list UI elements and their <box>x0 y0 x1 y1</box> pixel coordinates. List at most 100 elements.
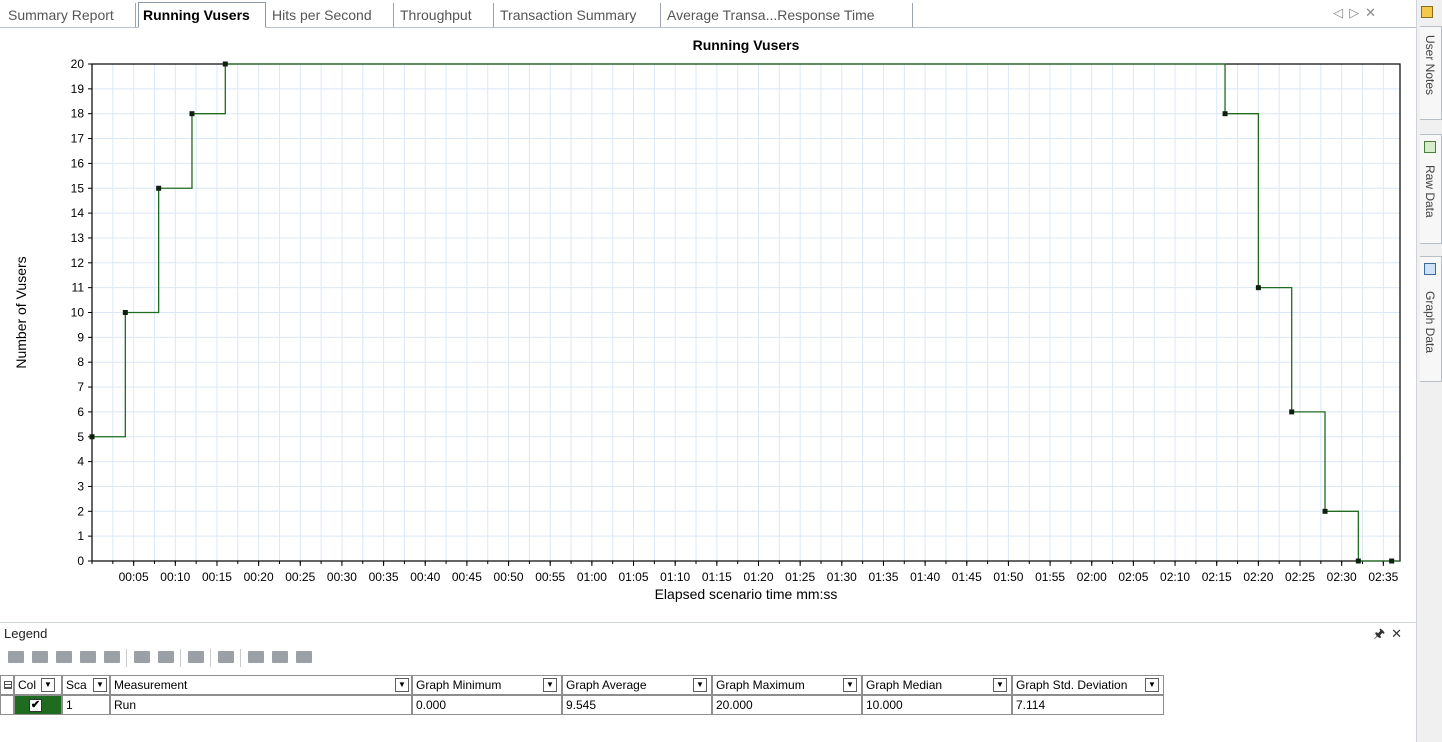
y-tick-label: 10 <box>71 306 85 320</box>
color-icon[interactable] <box>188 651 204 663</box>
show-only-icon[interactable] <box>56 651 72 663</box>
y-tick-label: 15 <box>71 181 85 195</box>
legend-row-color-cell[interactable]: ✔ <box>14 695 62 715</box>
col-header-scale[interactable]: Sca ▼ <box>62 675 110 695</box>
col-header-color[interactable]: Col ▼ <box>14 675 62 695</box>
col-header-graph-median[interactable]: Graph Median ▼ <box>862 675 1012 695</box>
chevron-down-icon[interactable]: ▼ <box>41 678 55 692</box>
tab-average-transaction-response-time[interactable]: Average Transa...Response Time <box>663 3 913 27</box>
filter-icon[interactable] <box>104 651 120 663</box>
x-tick-label: 01:05 <box>619 570 649 584</box>
show-icon[interactable] <box>8 651 24 663</box>
x-tick-label: 02:15 <box>1202 570 1232 584</box>
legend-row-graph-average: 9.545 <box>562 695 712 715</box>
export-icon[interactable] <box>248 651 264 663</box>
y-tick-label: 5 <box>77 430 84 444</box>
tab-summary-report[interactable]: Summary Report <box>4 3 136 27</box>
col-header-graph-minimum[interactable]: Graph Minimum ▼ <box>412 675 562 695</box>
pin-panel-icon[interactable] <box>1421 6 1433 18</box>
x-tick-label: 01:00 <box>577 570 607 584</box>
x-tick-label: 01:20 <box>743 570 773 584</box>
chevron-down-icon[interactable]: ▼ <box>993 678 1007 692</box>
tab-close-icon[interactable]: ✕ <box>1365 5 1382 20</box>
x-tick-label: 00:30 <box>327 570 357 584</box>
data-point <box>1222 111 1228 117</box>
y-tick-label: 16 <box>71 156 85 170</box>
col-header-graph-std-deviation-label: Graph Std. Deviation <box>1016 678 1128 692</box>
pin-icon[interactable]: 🖈 <box>1373 626 1391 641</box>
hide-icon[interactable] <box>32 651 48 663</box>
chevron-down-icon[interactable]: ▼ <box>693 678 707 692</box>
chart-area: 0 1 2 3 4 5 6 7 8 9 10 11 12 13 14 15 16 17 18 19 20 00:05 00:… <box>0 28 1416 618</box>
x-tick-label: 00:40 <box>410 570 440 584</box>
tab-throughput[interactable]: Throughput <box>396 3 494 27</box>
toolbar-separator <box>240 649 241 667</box>
row-selector[interactable] <box>0 695 14 715</box>
side-tab-user-notes-label: User Notes <box>1423 35 1437 96</box>
chevron-down-icon[interactable]: ▼ <box>843 678 857 692</box>
link-icon[interactable] <box>80 651 96 663</box>
legend-toolbar <box>4 647 424 669</box>
legend-row-graph-std-deviation: 7.114 <box>1012 695 1164 715</box>
scale-icon[interactable] <box>158 651 174 663</box>
y-tick-label: 13 <box>71 231 85 245</box>
x-tick-label: 02:20 <box>1243 570 1273 584</box>
expand-icon[interactable] <box>296 651 312 663</box>
col-header-graph-median-label: Graph Median <box>866 678 943 692</box>
data-point <box>222 61 228 67</box>
data-point <box>1289 409 1295 415</box>
legend-row-graph-minimum: 0.000 <box>412 695 562 715</box>
legend-title: Legend <box>4 626 48 641</box>
y-tick-label: 0 <box>77 554 84 568</box>
x-tick-label: 01:10 <box>660 570 690 584</box>
y-tick-label: 3 <box>77 479 84 493</box>
chevron-down-icon[interactable]: ▼ <box>543 678 557 692</box>
col-header-graph-maximum[interactable]: Graph Maximum ▼ <box>712 675 862 695</box>
chevron-down-icon[interactable]: ▼ <box>395 678 409 692</box>
series-visible-checkbox[interactable]: ✔ <box>29 699 42 712</box>
chevron-down-icon[interactable]: ▼ <box>1145 678 1159 692</box>
tab-prev-arrow-icon[interactable]: ◁ <box>1333 5 1349 20</box>
tab-next-arrow-icon[interactable]: ▷ <box>1349 5 1365 20</box>
y-tick-label: 6 <box>77 405 84 419</box>
chevron-down-icon[interactable]: ▼ <box>93 678 107 692</box>
tab-running-vusers[interactable]: Running Vusers <box>138 2 266 28</box>
toolbar-separator <box>126 649 127 667</box>
side-tab-graph-data[interactable]: Graph Data <box>1420 256 1442 382</box>
y-tick-label: 8 <box>77 355 84 369</box>
tab-hits-per-second[interactable]: Hits per Second <box>268 3 394 27</box>
col-header-graph-std-deviation[interactable]: Graph Std. Deviation ▼ <box>1012 675 1164 695</box>
x-tick-label: 02:10 <box>1160 570 1190 584</box>
chart-title: Running Vusers <box>693 37 800 53</box>
legend-row-graph-median: 10.000 <box>862 695 1012 715</box>
x-tick-label: 01:40 <box>910 570 940 584</box>
data-point <box>89 434 95 440</box>
col-header-graph-average[interactable]: Graph Average ▼ <box>562 675 712 695</box>
legend-close-icon[interactable]: ✕ <box>1391 626 1408 641</box>
tab-bar: Summary Report Running Vusers Hits per S… <box>0 0 1416 28</box>
columns-icon[interactable] <box>218 651 234 663</box>
data-point <box>1389 558 1395 564</box>
document-icon <box>1424 141 1436 153</box>
y-tick-label: 20 <box>71 57 85 71</box>
collapse-icon[interactable] <box>272 651 288 663</box>
y-axis-label: Number of Vusers <box>13 256 29 368</box>
col-header-measurement[interactable]: Measurement ▼ <box>110 675 412 695</box>
side-tab-user-notes[interactable]: User Notes <box>1420 26 1442 120</box>
x-tick-label: 01:50 <box>993 570 1023 584</box>
x-tick-label: 00:50 <box>494 570 524 584</box>
data-point <box>1355 558 1361 564</box>
x-tick-label: 00:55 <box>535 570 565 584</box>
configure-icon[interactable] <box>134 651 150 663</box>
row-selector-header[interactable] <box>0 675 14 695</box>
side-tab-raw-data[interactable]: Raw Data <box>1420 134 1442 244</box>
col-header-graph-maximum-label: Graph Maximum <box>716 678 805 692</box>
tab-transaction-summary[interactable]: Transaction Summary <box>496 3 661 27</box>
col-header-measurement-label: Measurement <box>114 678 188 692</box>
x-tick-label: 00:35 <box>369 570 399 584</box>
col-header-graph-average-label: Graph Average <box>566 678 647 692</box>
y-tick-label: 17 <box>71 132 85 146</box>
y-tick-label: 18 <box>71 107 85 121</box>
x-tick-label: 00:25 <box>285 570 315 584</box>
toolbar-separator <box>210 649 211 667</box>
